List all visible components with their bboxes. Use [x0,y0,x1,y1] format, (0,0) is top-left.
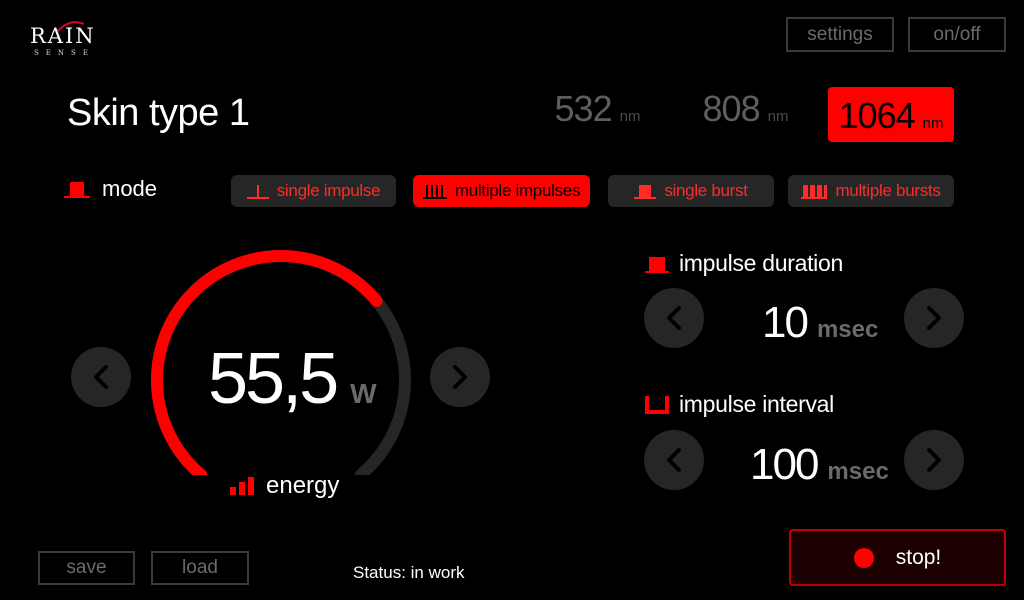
chevron-right-icon [927,306,941,330]
wavelength-532-button[interactable]: 532 nm [545,88,650,142]
mode-option-label: single impulse [276,181,381,200]
wavelength-unit: nm [619,108,641,125]
status-text: Status: in work [353,563,465,582]
single-impulse-icon [246,185,269,199]
mode-label-text: mode [102,176,158,201]
settings-button[interactable]: settings [786,17,894,52]
impulse-interval-value-display: 100 msec [750,440,889,490]
wavelength-value: 808 [702,88,761,129]
page-title: Skin type 1 [67,92,250,134]
impulse-interval-label-text: impulse interval [679,391,834,417]
pulse-icon [645,256,669,273]
multiple-bursts-icon [801,185,828,199]
chevron-right-icon [927,448,941,472]
load-button[interactable]: load [151,551,249,585]
mode-option-label: single burst [664,181,748,200]
signal-bars-icon [230,477,254,495]
chevron-left-icon [94,365,108,389]
single-burst-icon [634,185,657,199]
logo-subtext: SENSE [34,49,95,57]
save-button[interactable]: save [38,551,135,585]
energy-increase-button[interactable] [430,347,490,407]
onoff-button[interactable]: on/off [908,17,1006,52]
mode-single-impulse-button[interactable]: single impulse [231,175,396,207]
energy-decrease-button[interactable] [71,347,131,407]
mode-multiple-bursts-button[interactable]: multiple bursts [788,175,954,207]
chevron-left-icon [667,306,681,330]
mode-single-burst-button[interactable]: single burst [608,175,774,207]
wavelength-808-button[interactable]: 808 nm [693,88,798,142]
record-dot-icon [853,547,874,568]
energy-label: energy [230,472,339,500]
impulse-interval-value: 100 [750,440,819,489]
logo-arc-icon [57,21,85,32]
mode-option-label: multiple impulses [454,181,581,200]
energy-label-text: energy [266,472,340,499]
wavelength-unit: nm [922,115,944,132]
pulse-icon [64,182,90,198]
impulse-duration-value-display: 10 msec [762,298,878,348]
mode-label: mode [64,176,157,202]
impulse-duration-unit: msec [816,316,879,343]
impulse-interval-label: impulse interval [645,391,834,418]
wavelength-unit: nm [767,108,789,125]
mode-option-label: multiple bursts [835,181,941,200]
impulse-duration-decrease-button[interactable] [644,288,704,348]
impulse-interval-decrease-button[interactable] [644,430,704,490]
wavelength-1064-button[interactable]: 1064 nm [828,87,954,142]
wavelength-value: 1064 [838,95,916,136]
stop-button[interactable]: stop! [789,529,1006,586]
chevron-right-icon [453,365,467,389]
chevron-left-icon [667,448,681,472]
impulse-duration-label: impulse duration [645,250,843,277]
brand-logo: RAIN SENSE [30,21,110,66]
energy-unit: W [350,378,377,409]
energy-value: 55,5 [208,339,339,419]
impulse-interval-unit: msec [827,458,889,485]
stop-button-label: stop! [895,545,942,569]
interval-icon [645,395,669,414]
impulse-duration-increase-button[interactable] [904,288,964,348]
impulse-duration-value: 10 [762,298,809,347]
impulse-duration-label-text: impulse duration [679,250,843,276]
energy-value-display: 55,5 W [208,338,377,420]
multiple-impulses-icon [422,185,447,199]
wavelength-value: 532 [554,88,613,129]
mode-multiple-impulses-button[interactable]: multiple impulses [413,175,590,207]
impulse-interval-increase-button[interactable] [904,430,964,490]
